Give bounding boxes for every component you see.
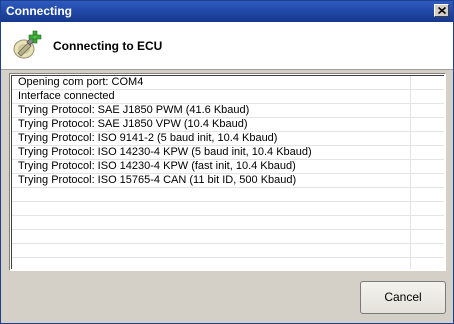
log-lines: Opening com port: COM4 Interface connect… xyxy=(12,76,410,188)
dialog-header: Connecting to ECU xyxy=(1,22,453,70)
dialog-heading: Connecting to ECU xyxy=(53,39,163,53)
title-bar[interactable]: Connecting xyxy=(1,1,453,22)
connecting-dialog: Connecting Connecting to ECU Opening com… xyxy=(0,0,454,324)
log-line: Trying Protocol: SAE J1850 VPW (10.4 Kba… xyxy=(18,118,248,130)
connection-log[interactable]: Opening com port: COM4 Interface connect… xyxy=(9,73,446,271)
log-line: Trying Protocol: SAE J1850 PWM (41.6 Kba… xyxy=(18,104,250,116)
window-title: Connecting xyxy=(6,4,72,18)
log-line: Trying Protocol: ISO 15765-4 CAN (11 bit… xyxy=(18,174,297,186)
connect-plus-icon xyxy=(13,30,42,59)
close-icon xyxy=(438,7,446,14)
cancel-button[interactable]: Cancel xyxy=(360,281,446,314)
column-divider xyxy=(410,76,411,269)
log-line: Trying Protocol: ISO 9141-2 (5 baud init… xyxy=(18,132,278,144)
close-button[interactable] xyxy=(434,4,449,17)
log-line: Trying Protocol: ISO 14230-4 KPW (5 baud… xyxy=(18,146,312,158)
log-list-area: Opening com port: COM4 Interface connect… xyxy=(11,75,444,269)
log-line: Opening com port: COM4 xyxy=(18,76,144,88)
log-line: Interface connected xyxy=(18,90,115,102)
log-line: Trying Protocol: ISO 14230-4 KPW (fast i… xyxy=(18,160,296,172)
